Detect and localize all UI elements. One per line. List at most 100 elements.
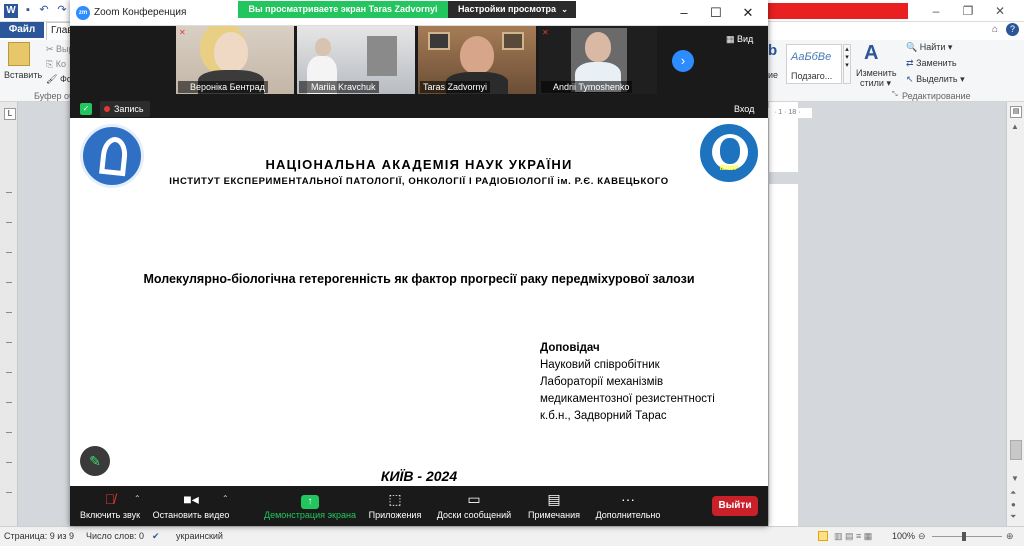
zoom-level[interactable]: 100% — [892, 531, 915, 541]
undo-icon[interactable]: ↶ — [38, 4, 50, 16]
zoom-slider[interactable] — [932, 536, 1002, 537]
view-button[interactable]: ▦ Вид — [726, 34, 753, 45]
institute-logo: ІЕПОР — [698, 122, 760, 184]
share-screen-button[interactable]: ↑ Демонстрация экрана — [263, 490, 357, 524]
video-camera-icon: ■◂ — [183, 491, 199, 507]
horizontal-ruler: · 1 · 18 · — [768, 108, 812, 118]
city-year: КИЇВ - 2024 — [380, 468, 458, 484]
view-modes-icon[interactable]: ▥ ▤ ≡ ▦ — [834, 531, 872, 542]
word-app-icon: W — [4, 4, 18, 18]
zoom-logo-icon: zm — [76, 6, 90, 20]
more-dots-icon: ··· — [621, 491, 635, 507]
vertical-scrollbar[interactable]: ▤ ▲ ▼ ⏶ ● ⏷ — [1006, 102, 1024, 526]
exit-fullscreen-button[interactable]: Вход — [734, 104, 754, 114]
zoom-maximize-icon[interactable]: ☐ — [706, 5, 726, 21]
replace-button[interactable]: ⇄ Заменить — [906, 58, 957, 69]
next-page-icon[interactable]: ⏷ — [1010, 512, 1016, 522]
zoom-in-icon[interactable]: ⊕ — [1006, 531, 1014, 542]
annotate-pen-icon[interactable]: ✎ — [80, 446, 110, 476]
whiteboard-icon: ▭ — [467, 491, 481, 507]
document-page-next[interactable] — [768, 184, 798, 526]
zoom-window: zm Zoom Конференция – ☐ ✕ Вы просматрива… — [70, 0, 768, 526]
redo-icon[interactable]: ↷ — [56, 4, 68, 16]
status-bar: Страница: 9 из 9 Число слов: 0 ✔ украинс… — [0, 526, 1024, 546]
styles-scroll[interactable]: ▴ ▾ ▾ — [843, 44, 851, 84]
vertical-ruler — [0, 102, 18, 526]
tab-file[interactable]: Файл — [0, 22, 44, 38]
help-icon[interactable]: ? — [1006, 23, 1019, 36]
zoom-window-title: Zoom Конференция — [94, 7, 187, 18]
language-label[interactable]: украинский — [176, 531, 223, 541]
style-subtitle-tile[interactable]: АаБбВе Подзаго... — [786, 44, 842, 84]
print-layout-icon[interactable] — [818, 531, 828, 541]
find-button[interactable]: 🔍 Найти ▾ — [906, 42, 952, 53]
presentation-title: Молекулярно-біологічна гетерогенність як… — [143, 272, 695, 286]
browse-object-icon[interactable]: ● — [1011, 500, 1016, 509]
reporter-block: Доповідач Науковий співробітник Лаборато… — [540, 340, 715, 425]
participant-name: Andrii Tymoshenko — [541, 81, 633, 93]
participant-tile-active[interactable]: Taras Zadvornyi — [418, 26, 536, 94]
proofing-icon[interactable]: ✔ — [152, 531, 160, 542]
apps-button[interactable]: ⬚ Приложения — [367, 490, 423, 524]
leave-button[interactable]: Выйти — [712, 496, 758, 516]
style-b-icon: b — [768, 42, 778, 59]
participant-name: Taras Zadvornyi — [420, 81, 491, 93]
notes-icon: ▤ — [547, 491, 561, 507]
recording-indicator[interactable]: Запись — [100, 101, 150, 117]
styles-dialog-launcher[interactable]: ⤡ — [892, 91, 898, 99]
more-button[interactable]: ··· Дополнительно — [594, 490, 662, 524]
apps-icon: ⬚ — [388, 491, 402, 507]
zoom-minimize-icon[interactable]: – — [674, 5, 694, 21]
minimize-icon[interactable]: – — [926, 3, 946, 19]
participant-tile[interactable]: ✕ Andrii Tymoshenko — [539, 26, 657, 94]
audio-options-chevron-icon[interactable]: ⌃ — [134, 494, 141, 503]
scroll-down-icon[interactable]: ▼ — [1011, 474, 1019, 483]
format-painter-button[interactable]: 🖌 Фо — [46, 74, 72, 85]
stop-video-button[interactable]: ■◂ Остановить видео — [152, 490, 230, 524]
ruler-toggle[interactable]: L — [4, 108, 16, 120]
paste-button[interactable]: Вставить — [4, 70, 42, 80]
chevron-down-icon: ⌄ — [561, 5, 568, 14]
shield-icon[interactable]: ✓ — [80, 103, 92, 115]
restore-icon[interactable]: ❐ — [958, 3, 978, 19]
page-count[interactable]: Страница: 9 из 9 — [4, 531, 74, 541]
style-preview: АаБбВе — [791, 51, 832, 63]
view-options-dropdown[interactable]: Настройки просмотра ⌄ — [448, 1, 576, 18]
whiteboards-button[interactable]: ▭ Доски сообщений — [434, 490, 514, 524]
ribbon-collapse-icon[interactable]: ⌂ — [992, 24, 998, 35]
muted-mic-icon: ✕ — [179, 28, 186, 37]
prev-page-icon[interactable]: ⏶ — [1010, 488, 1016, 498]
close-icon[interactable]: ✕ — [990, 3, 1010, 19]
clipboard-group-label: Буфер об — [34, 91, 75, 101]
scroll-up-icon[interactable]: ▲ — [1011, 122, 1019, 131]
zoom-out-icon[interactable]: ⊖ — [918, 531, 926, 542]
muted-mic-icon: 🎙̸ — [104, 491, 116, 507]
participant-tile[interactable]: ✕ Вероніка Бентрад — [176, 26, 294, 94]
editing-group-label: Редактирование — [902, 91, 971, 101]
zoom-slider-thumb[interactable] — [962, 532, 966, 541]
scroll-thumb[interactable] — [1010, 440, 1022, 460]
unmute-button[interactable]: 🎙̸ Включить звук — [78, 490, 142, 524]
styles-label[interactable]: стили ▾ — [860, 78, 891, 89]
ruler-view-icon[interactable]: ▤ — [1010, 106, 1022, 118]
recording-bar — [70, 98, 768, 118]
change-styles-button[interactable]: Изменить — [856, 68, 897, 78]
record-dot-icon — [104, 106, 110, 112]
select-button[interactable]: ↖ Выделить ▾ — [906, 74, 965, 85]
next-participants-button[interactable]: › — [672, 50, 694, 72]
tab-home[interactable]: Глав — [46, 22, 72, 40]
participant-strip: ✕ Вероніка Бентрад Mariia Kravchuk Taras… — [70, 26, 768, 96]
participant-tile[interactable]: Mariia Kravchuk — [297, 26, 415, 94]
change-styles-icon[interactable]: A — [864, 42, 878, 65]
word-count[interactable]: Число слов: 0 — [86, 531, 144, 541]
save-icon[interactable]: ▪ — [22, 4, 34, 16]
style-heading-label[interactable]: ие — [768, 70, 778, 80]
notes-button[interactable]: ▤ Примечания — [526, 490, 582, 524]
zoom-close-icon[interactable]: ✕ — [738, 5, 758, 21]
reporter-line: к.б.н., Задворний Тарас — [540, 410, 667, 422]
reporter-line: Науковий співробітник — [540, 359, 660, 371]
copy-button[interactable]: ⎘ Ко — [46, 59, 66, 70]
paste-icon[interactable] — [8, 42, 30, 66]
video-options-chevron-icon[interactable]: ⌃ — [222, 494, 229, 503]
participant-name: Mariia Kravchuk — [299, 81, 379, 93]
